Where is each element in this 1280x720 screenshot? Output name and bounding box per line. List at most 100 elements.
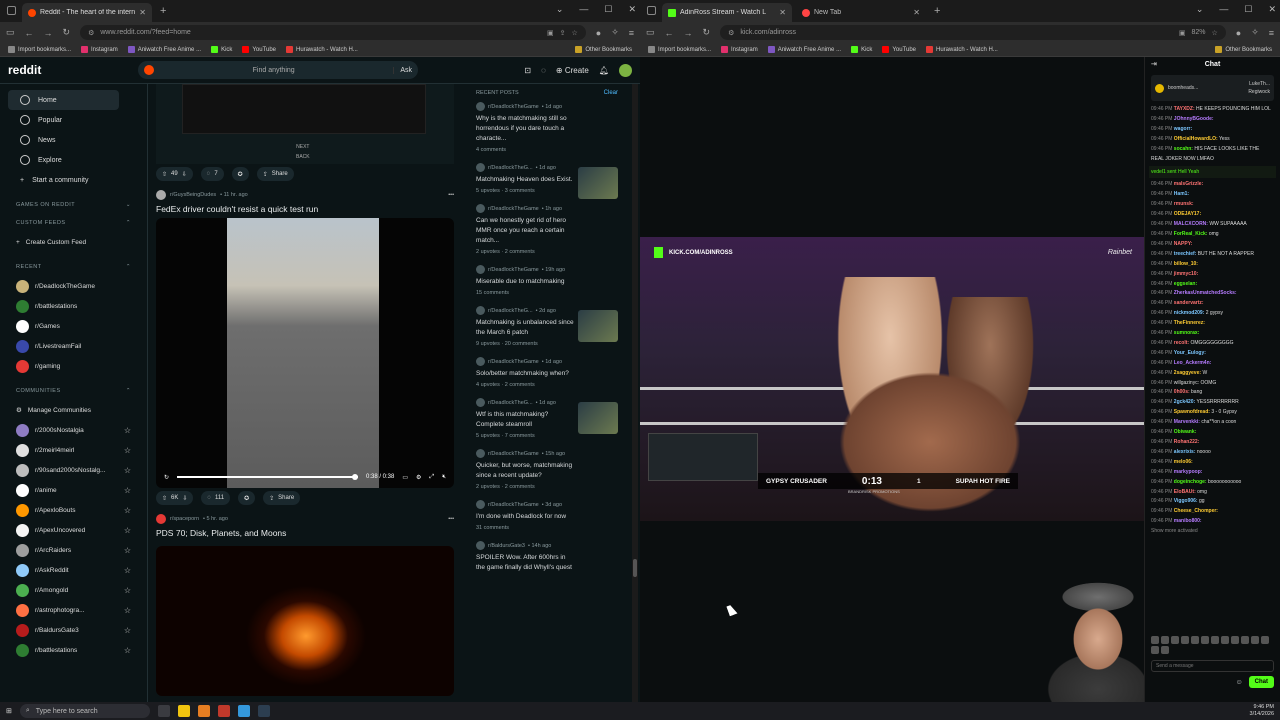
list-item[interactable]: r/DeadlockTheGame • 1h ago Can we honestly…: [476, 204, 618, 255]
emote-icon[interactable]: [1221, 636, 1229, 644]
extension-icon[interactable]: ●: [596, 28, 601, 38]
post-title[interactable]: Can we honestly get rid of hero MMR once…: [476, 216, 576, 246]
clear-button[interactable]: Clear: [604, 90, 618, 96]
section-custom-feeds[interactable]: CUSTOM FEEDS ⌃: [0, 220, 147, 226]
message-user[interactable]: Rohan222:: [1174, 439, 1200, 445]
message-user[interactable]: Obiwank:: [1174, 429, 1197, 435]
subreddit-link[interactable]: r/DeadlockTheGame: [488, 502, 539, 508]
sidebar-item-community[interactable]: r/2meirl4meirl ☆: [0, 440, 147, 460]
close-window-icon[interactable]: ✕: [628, 4, 636, 15]
section-communities[interactable]: COMMUNITIES ⌃: [0, 388, 147, 394]
sidebar-item-community[interactable]: r/ArcRaiders ☆: [0, 540, 147, 560]
message-user[interactable]: ZherkasUnmatchedSocks:: [1174, 290, 1237, 296]
more-options-icon[interactable]: •••: [448, 516, 454, 522]
system-tray[interactable]: 9:46 PM 3/14/2026: [1250, 704, 1274, 718]
message-user[interactable]: OfficialHowardLO:: [1174, 136, 1218, 142]
sidebar-item-explore[interactable]: Explore: [0, 150, 147, 170]
post-title[interactable]: I'm done with Deadlock for now: [476, 512, 576, 522]
message-user[interactable]: jimmyc10:: [1174, 271, 1198, 277]
close-tab-icon[interactable]: ✕: [913, 8, 920, 17]
post-title[interactable]: Miserable due to matchmaking: [476, 277, 576, 287]
star-icon[interactable]: ☆: [124, 506, 131, 515]
minimize-icon[interactable]: —: [1219, 4, 1228, 15]
minimize-icon[interactable]: —: [579, 4, 588, 15]
tab-reddit[interactable]: Reddit - The heart of the intern ✕: [22, 3, 152, 22]
avatar[interactable]: [619, 63, 632, 77]
post-title[interactable]: Solo/better matchmaking when?: [476, 369, 576, 379]
close-window-icon[interactable]: ✕: [1268, 4, 1276, 15]
message-user[interactable]: manibo800:: [1174, 518, 1202, 524]
bookmark-instagram[interactable]: Instagram: [81, 46, 118, 53]
list-item[interactable]: r/DeadlockTheGame • 19h ago Miserable due …: [476, 265, 618, 296]
section-games[interactable]: GAMES ON REDDIT ⌄: [0, 202, 147, 208]
chat-input[interactable]: Send a message: [1151, 660, 1274, 672]
message-user[interactable]: Leo_Ackerm4n:: [1174, 360, 1212, 366]
bookmark-aniwatch[interactable]: Aniwatch Free Anime ...: [767, 46, 841, 53]
subreddit-link[interactable]: r/GuysBeingDudes: [170, 192, 216, 198]
browser-alt-icon[interactable]: [217, 705, 230, 717]
message-user[interactable]: wagorr:: [1174, 126, 1192, 132]
scrollbar[interactable]: [632, 84, 638, 702]
sidebar-icon[interactable]: ▭: [6, 27, 15, 38]
subreddit-link[interactable]: r/BaldursGate3: [488, 543, 525, 549]
emote-icon[interactable]: [1251, 636, 1259, 644]
file-explorer-icon[interactable]: [177, 705, 190, 717]
message-user[interactable]: markypoop:: [1174, 469, 1203, 475]
post-image-table[interactable]: NEXT BACK: [156, 84, 454, 164]
message-user[interactable]: Marvenkki:: [1174, 419, 1200, 425]
forward-icon[interactable]: →: [44, 28, 53, 38]
upvote-icon[interactable]: ⇧: [162, 495, 167, 502]
tab-actions-icon[interactable]: [7, 6, 16, 15]
emote-icon[interactable]: [1201, 636, 1209, 644]
message-user[interactable]: EloBAUt:: [1174, 489, 1196, 495]
sidebar-item-community[interactable]: r/ApexloBouts ☆: [0, 500, 147, 520]
sidebar-item-recent[interactable]: r/Games: [0, 316, 147, 336]
message-user[interactable]: dogeinchoge:: [1174, 479, 1207, 485]
subreddit-avatar[interactable]: [156, 514, 166, 524]
chat-icon[interactable]: ◌: [541, 66, 546, 75]
comments-button[interactable]: ◌ 111: [201, 491, 231, 505]
windows-start-icon[interactable]: ⊞: [6, 707, 12, 715]
emote-icon[interactable]: [1151, 636, 1159, 644]
tab-new-tab[interactable]: New Tab ✕: [796, 3, 926, 22]
install-app-icon[interactable]: ▣: [547, 29, 554, 37]
share-button[interactable]: ⇪ Share: [263, 491, 301, 505]
search-input[interactable]: Find anything Ask: [138, 61, 418, 79]
new-tab-icon[interactable]: +: [160, 5, 166, 17]
close-tab-icon[interactable]: ✕: [139, 8, 146, 17]
vote-button[interactable]: ⇧ 6K ⇩: [156, 491, 194, 505]
bookmark-star-icon[interactable]: ☆: [571, 29, 577, 37]
emote-icon[interactable]: [1191, 636, 1199, 644]
emote-icon[interactable]: [1241, 636, 1249, 644]
bookmark-youtube[interactable]: YouTube: [882, 46, 916, 53]
video-player[interactable]: ↻ 0:38 / 0:38 ▭ ⚙ ⤢ 🔇︎: [156, 218, 454, 488]
back-icon[interactable]: ←: [665, 28, 674, 38]
list-item[interactable]: r/DeadlockTheG... • 1d ago Matchmaking Hea…: [476, 163, 618, 199]
message-user[interactable]: nickmod209:: [1174, 310, 1205, 316]
message-user[interactable]: recolt:: [1174, 340, 1189, 346]
star-icon[interactable]: ☆: [124, 526, 131, 535]
sidebar-item-popular[interactable]: Popular: [0, 110, 147, 130]
reload-icon[interactable]: ↻: [703, 27, 711, 38]
collapse-chat-icon[interactable]: ⇥: [1151, 60, 1157, 68]
message-user[interactable]: treechief:: [1174, 251, 1197, 257]
subreddit-link[interactable]: r/DeadlockTheG...: [488, 165, 533, 171]
star-icon[interactable]: ☆: [124, 466, 131, 475]
chat-send-button[interactable]: Chat: [1248, 676, 1274, 688]
message-user[interactable]: melo06:: [1174, 459, 1193, 465]
subreddit-link[interactable]: r/DeadlockTheG...: [488, 400, 533, 406]
subreddit-avatar[interactable]: [156, 190, 166, 200]
bookmark-instagram[interactable]: Instagram: [721, 46, 758, 53]
vote-button[interactable]: ⇧ 49 ⇩: [156, 167, 193, 181]
address-bar[interactable]: ⚙ kick.com/adinross ▣ 82% ☆: [720, 25, 1226, 40]
bookmark-import[interactable]: Import bookmarks...: [648, 46, 711, 53]
message-user[interactable]: rmunsk:: [1174, 201, 1194, 207]
manage-communities[interactable]: ⚙ Manage Communities: [0, 400, 147, 420]
sidebar-item-community[interactable]: r/2000sNostalgia ☆: [0, 420, 147, 440]
sidebar-item-recent[interactable]: r/gaming: [0, 356, 147, 376]
bookmark-hurawatch[interactable]: Hurawatch - Watch H...: [926, 46, 998, 53]
sidebar-item-start-community[interactable]: + Start a community: [0, 170, 147, 190]
star-icon[interactable]: ☆: [124, 426, 131, 435]
message-user[interactable]: NAPPY:: [1174, 241, 1193, 247]
bookmark-youtube[interactable]: YouTube: [242, 46, 276, 53]
